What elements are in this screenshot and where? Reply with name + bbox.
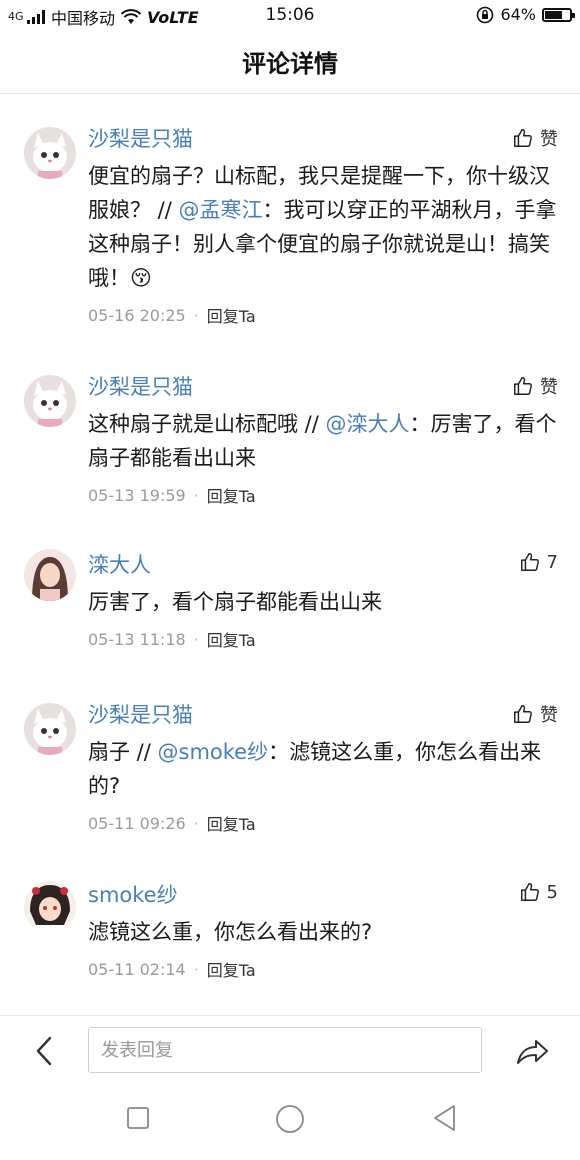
username[interactable]: smoke纱 bbox=[88, 879, 560, 909]
thumbs-up-icon bbox=[520, 553, 539, 571]
reply-button[interactable]: 回复Ta bbox=[207, 303, 256, 327]
recent-apps-icon[interactable] bbox=[126, 1106, 150, 1130]
status-right: 64% bbox=[476, 5, 575, 24]
reply-button[interactable]: 回复Ta bbox=[207, 957, 256, 981]
comment-item: smoke纱 5 滤镜这么重，你怎么看出来的? 05-11 02:14 · 回复… bbox=[0, 865, 580, 1010]
thumbs-up-icon bbox=[514, 377, 532, 395]
separator-dot: · bbox=[193, 813, 199, 833]
username[interactable]: 滦大人 bbox=[88, 549, 560, 579]
comment-meta: 05-13 11:18 · 回复Ta bbox=[88, 627, 560, 651]
like-count: 5 bbox=[546, 881, 558, 903]
like-button[interactable]: 赞 bbox=[512, 125, 558, 151]
comment-item: 沙梨是只猫 赞 便宜的扇子？山标配，我只是提醒一下，你十级汉服娘？ // @孟寒… bbox=[0, 95, 580, 357]
reply-button[interactable]: 回复Ta bbox=[207, 811, 256, 835]
comment-meta: 05-11 02:14 · 回复Ta bbox=[88, 957, 560, 981]
mention-link[interactable]: @孟寒江 bbox=[179, 198, 263, 222]
title-bar: 评论详情 bbox=[0, 32, 580, 94]
username[interactable]: 沙梨是只猫 bbox=[88, 371, 560, 401]
like-button[interactable]: 7 bbox=[519, 551, 558, 573]
comment-item: 沙梨是只猫 赞 扇子 // @smoke纱：滤镜这么重，你怎么看出来的? 05-… bbox=[0, 685, 580, 865]
share-icon[interactable] bbox=[514, 1033, 550, 1069]
reply-input[interactable] bbox=[88, 1027, 482, 1073]
like-label: 赞 bbox=[540, 705, 558, 726]
avatar[interactable] bbox=[24, 703, 76, 755]
comment-time: 05-11 09:26 bbox=[88, 813, 186, 833]
separator-dot: · bbox=[193, 959, 199, 979]
comment-time: 05-13 19:59 bbox=[88, 485, 186, 505]
thumbs-up-icon bbox=[514, 705, 532, 723]
separator-dot: · bbox=[193, 305, 199, 325]
back-triangle-icon[interactable] bbox=[432, 1104, 458, 1132]
home-icon[interactable] bbox=[275, 1104, 305, 1134]
comment-time: 05-13 11:18 bbox=[88, 629, 186, 649]
comment-text-part: 扇子 // bbox=[88, 740, 158, 764]
mention-link[interactable]: @滦大人 bbox=[326, 412, 410, 436]
back-arrow-icon[interactable] bbox=[30, 1034, 60, 1068]
like-button[interactable]: 赞 bbox=[512, 701, 558, 727]
page-title: 评论详情 bbox=[242, 50, 338, 78]
comment-text: 厉害了，看个扇子都能看出山来 bbox=[88, 590, 382, 614]
avatar[interactable] bbox=[24, 549, 76, 601]
comment-meta: 05-11 09:26 · 回复Ta bbox=[88, 811, 560, 835]
like-button[interactable]: 5 bbox=[519, 881, 558, 903]
like-button[interactable]: 赞 bbox=[512, 373, 558, 399]
avatar[interactable] bbox=[24, 881, 76, 933]
comment-text: 便宜的扇子？山标配，我只是提醒一下，你十级汉服娘？ // @孟寒江：我可以穿正的… bbox=[88, 159, 560, 295]
reply-bar bbox=[0, 1015, 580, 1085]
username[interactable]: 沙梨是只猫 bbox=[88, 123, 560, 153]
separator-dot: · bbox=[193, 485, 199, 505]
comment-time: 05-16 20:25 bbox=[88, 305, 186, 325]
comment-text: 这种扇子就是山标配哦 // @滦大人：厉害了，看个扇子都能看出山来 bbox=[88, 407, 560, 475]
comment-text-part: 这种扇子就是山标配哦 // bbox=[88, 412, 326, 436]
status-bar: 4G 中国移动 VoLTE 15:06 64% bbox=[0, 0, 580, 32]
avatar[interactable] bbox=[24, 127, 76, 179]
reply-button[interactable]: 回复Ta bbox=[207, 627, 256, 651]
comment-text: 滤镜这么重，你怎么看出来的? bbox=[88, 920, 373, 944]
username[interactable]: 沙梨是只猫 bbox=[88, 699, 560, 729]
comment-time: 05-11 02:14 bbox=[88, 959, 186, 979]
separator-dot: · bbox=[193, 629, 199, 649]
like-label: 赞 bbox=[540, 377, 558, 398]
battery-percent: 64% bbox=[500, 5, 536, 24]
comment-meta: 05-13 19:59 · 回复Ta bbox=[88, 483, 560, 507]
comment-meta: 05-16 20:25 · 回复Ta bbox=[88, 303, 560, 327]
comment-item: 滦大人 7 厉害了，看个扇子都能看出山来 05-13 11:18 · 回复Ta bbox=[0, 537, 580, 685]
thumbs-up-icon bbox=[514, 129, 532, 147]
like-label: 赞 bbox=[540, 129, 558, 150]
comment-list: 沙梨是只猫 赞 便宜的扇子？山标配，我只是提醒一下，你十级汉服娘？ // @孟寒… bbox=[0, 95, 580, 1010]
system-nav-bar bbox=[0, 1090, 580, 1160]
battery-icon bbox=[542, 7, 575, 22]
comment-item: 沙梨是只猫 赞 这种扇子就是山标配哦 // @滦大人：厉害了，看个扇子都能看出山… bbox=[0, 357, 580, 537]
rotation-lock-icon bbox=[477, 6, 494, 23]
emoji: 😚 bbox=[130, 266, 152, 290]
thumbs-up-icon bbox=[520, 883, 539, 901]
mention-link[interactable]: @smoke纱 bbox=[158, 740, 269, 764]
reply-button[interactable]: 回复Ta bbox=[207, 483, 256, 507]
comment-text: 扇子 // @smoke纱：滤镜这么重，你怎么看出来的? bbox=[88, 735, 560, 803]
like-count: 7 bbox=[546, 551, 558, 573]
avatar[interactable] bbox=[24, 375, 76, 427]
